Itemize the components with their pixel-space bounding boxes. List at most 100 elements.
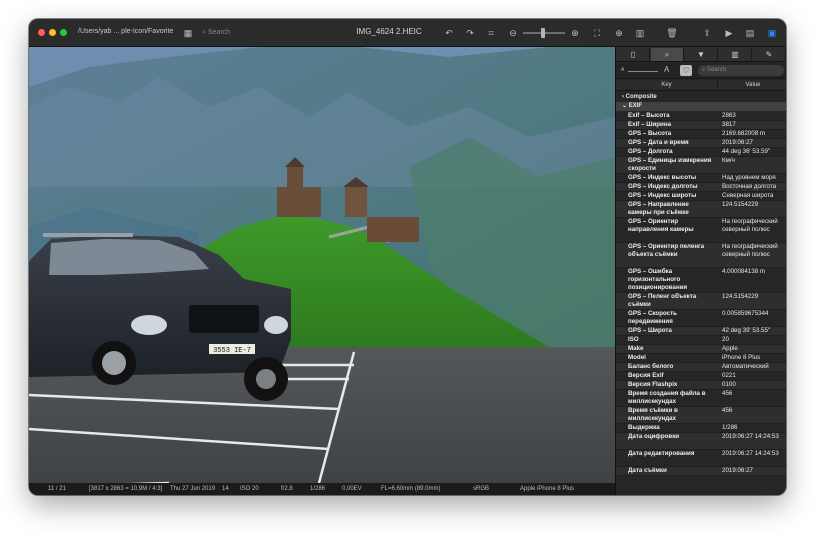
table-row[interactable]: Model iPhone 8 Plus — [616, 354, 786, 363]
status-color-profile: sRGB — [473, 486, 490, 492]
minimize-window-button[interactable] — [49, 29, 56, 36]
group-composite[interactable]: › Composite — [616, 93, 786, 102]
sidebar-right-icon[interactable]: ▣ — [765, 26, 779, 40]
table-row[interactable]: GPS – Направление камеры при съёмке 124.5… — [616, 201, 786, 218]
table-row[interactable]: GPS – Широта 42 deg 39' 53.55" — [616, 327, 786, 336]
table-row[interactable]: GPS – Дата и время 2019:06:27 — [616, 139, 786, 148]
row-value: 2019:06:27 14:24:53 — [722, 450, 779, 457]
status-iso: ISO 20 — [240, 486, 259, 492]
tab-edit[interactable]: ✎ — [753, 48, 786, 61]
table-row[interactable]: Время создания файла в миллисекундах 456 — [616, 390, 786, 407]
title-bar: /Users/yab ... ple-Icon/Favorite ▦ ⌕ Sea… — [29, 19, 786, 47]
table-row[interactable]: Exif – Высота 2863 — [616, 112, 786, 121]
table-row[interactable]: ISO 20 — [616, 336, 786, 345]
table-row[interactable]: Время съёмки в миллисекундах 456 — [616, 407, 786, 424]
row-key: GPS – Скорость передвижения — [628, 310, 677, 325]
row-key: Дата съёмки — [628, 467, 667, 474]
table-row[interactable]: GPS – Ориентир пеленга объекта съёмки На … — [616, 243, 786, 268]
row-value: Км/ч — [722, 157, 735, 164]
crop-icon[interactable]: ⌗ — [484, 26, 498, 40]
tab-metadata[interactable]: ⌕ — [651, 48, 684, 61]
table-row[interactable]: Версия Exif 0221 — [616, 372, 786, 381]
search-icon: ⌕ — [202, 29, 206, 36]
fit-to-window-icon[interactable]: ⛶ — [590, 26, 604, 40]
status-aperture: f/2.8 — [281, 486, 293, 492]
status-exposure: 0,00EV — [342, 486, 362, 492]
table-row[interactable]: GPS – Единицы измерения скорости Км/ч — [616, 157, 786, 174]
table-row[interactable]: Версия Flashpix 0100 — [616, 381, 786, 390]
table-row[interactable]: GPS – Индекс широты Северная широта — [616, 192, 786, 201]
table-row[interactable]: GPS – Высота 2169.682008 m — [616, 130, 786, 139]
table-row[interactable]: GPS – Долгота 44 deg 36' 53.59" — [616, 148, 786, 157]
toolbar-search-field[interactable]: ⌕ Search — [202, 27, 322, 39]
zoom-window-button[interactable] — [60, 29, 67, 36]
zoom-out-icon[interactable]: ⊖ — [506, 26, 520, 40]
zoom-actual-icon[interactable]: ⊕ — [612, 26, 626, 40]
tab-histogram[interactable]: ▥ — [719, 48, 752, 61]
row-value: 44 deg 36' 53.59" — [722, 148, 771, 155]
table-row[interactable]: GPS – Скорость передвижения 0.00585967534… — [616, 310, 786, 327]
close-window-button[interactable] — [38, 29, 45, 36]
status-number: 14 — [222, 486, 229, 492]
inspector-search-input[interactable]: ⌕ Search — [698, 65, 784, 76]
row-key: Выдержка — [628, 424, 660, 431]
rotate-right-icon[interactable]: ↷ — [463, 26, 477, 40]
row-key: Баланс белого — [628, 363, 674, 370]
column-header-key[interactable]: Key — [616, 80, 718, 91]
column-header-value[interactable]: Value — [719, 80, 786, 91]
row-key: GPS – Индекс долготы — [628, 183, 698, 190]
app-window: /Users/yab ... ple-Icon/Favorite ▦ ⌕ Sea… — [29, 19, 786, 495]
row-value: Автоматический — [722, 363, 769, 370]
table-row[interactable]: GPS – Ошибка горизонтального позициониро… — [616, 268, 786, 293]
row-value: Восточная долгота — [722, 183, 777, 190]
split-view-icon[interactable]: ▥ — [633, 26, 647, 40]
table-row[interactable]: GPS – Индекс долготы Восточная долгота — [616, 183, 786, 192]
table-row[interactable]: Exif – Ширина 3817 — [616, 121, 786, 130]
exif-rows: Exif – Высота 2863 Exif – Ширина 3817 GPS – … — [616, 112, 786, 476]
row-value: 0221 — [722, 372, 736, 379]
table-row[interactable]: GPS – Ориентир направления камеры На геог… — [616, 218, 786, 243]
tab-file-info[interactable]: ▯ — [617, 48, 650, 61]
row-value: iPhone 8 Plus — [722, 354, 761, 361]
favorite-filter-icon[interactable]: ♡ — [680, 65, 692, 76]
folder-path[interactable]: /Users/yab ... ple-Icon/Favorite — [78, 28, 173, 35]
row-value: 2019:06:27 14:24:53 — [722, 433, 779, 440]
row-value: 2863 — [722, 112, 736, 119]
share-icon[interactable]: ⇪ — [700, 26, 714, 40]
row-value: 456 — [722, 407, 733, 414]
status-date: Thu 27 Jun 2019 — [170, 486, 216, 492]
row-key: GPS – Высота — [628, 130, 672, 137]
row-value: 124.5154229 — [722, 293, 759, 300]
row-key: GPS – Дата и время — [628, 139, 689, 146]
photo-canvas: 3553 ΙΕ-7 — [29, 47, 615, 483]
row-key: GPS – Индекс высоты — [628, 174, 697, 181]
table-row[interactable]: Дата оцифровки 2019:06:27 14:24:53 — [616, 433, 786, 450]
slideshow-icon[interactable]: ▶ — [722, 26, 736, 40]
window-title: IMG_4624 2.HEIC — [356, 27, 422, 36]
table-row[interactable]: Дата съёмки 2019:06:27 — [616, 467, 786, 476]
zoom-slider-knob[interactable] — [541, 28, 545, 38]
row-key: GPS – Направление камеры при съёмке — [628, 201, 689, 216]
table-row[interactable]: Баланс белого Автоматический — [616, 363, 786, 372]
trash-icon[interactable]: 🗑 — [665, 26, 679, 40]
group-composite-label: Composite — [625, 94, 657, 100]
rotate-left-icon[interactable]: ↶ — [442, 26, 456, 40]
row-value: 0100 — [722, 381, 736, 388]
table-row[interactable]: Выдержка 1/286 — [616, 424, 786, 433]
license-plate: 3553 ΙΕ-7 — [213, 347, 251, 355]
status-focal-length: FL=6,60mm (89.0mm) — [381, 486, 441, 492]
table-row[interactable]: GPS – Пеленг объекта съёмки 124.5154229 — [616, 293, 786, 310]
sidebar-left-icon[interactable]: ▤ — [743, 26, 757, 40]
grid-view-icon[interactable]: ▦ — [181, 26, 195, 40]
zoom-in-icon[interactable]: ⊕ — [568, 26, 582, 40]
group-exif[interactable]: ⌄ EXIF — [616, 102, 786, 111]
row-key: Make — [628, 345, 644, 352]
image-viewer[interactable]: 3553 ΙΕ-7 — [29, 47, 615, 483]
table-row[interactable]: Дата редактирования 2019:06:27 14:24:53 — [616, 450, 786, 467]
table-row[interactable]: Make Apple — [616, 345, 786, 354]
row-key: Дата оцифровки — [628, 433, 680, 440]
table-row[interactable]: GPS – Индекс высоты Над уровнем моря — [616, 174, 786, 183]
font-size-slider[interactable] — [628, 71, 658, 72]
row-key: Время съёмки в миллисекундах — [628, 407, 678, 422]
tab-filter[interactable]: ▼ — [685, 48, 718, 61]
